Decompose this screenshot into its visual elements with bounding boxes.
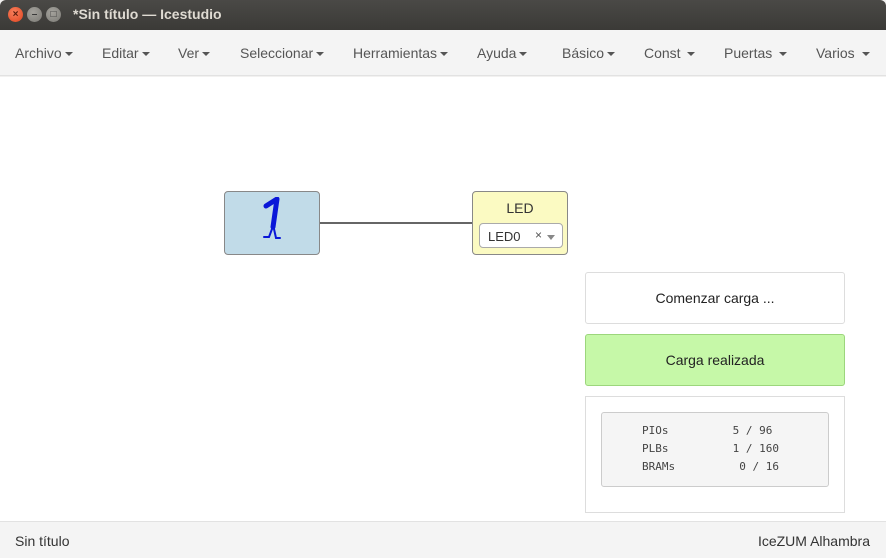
stat-value: 1 / 160 bbox=[726, 442, 779, 455]
menu-const[interactable]: Const bbox=[644, 45, 696, 61]
stat-value: 5 / 96 bbox=[726, 424, 773, 437]
stat-name: PIOs bbox=[642, 424, 669, 437]
constant-one-icon bbox=[263, 197, 281, 239]
notification-upload-done: Carga realizada bbox=[585, 334, 845, 386]
stat-row-brams: BRAMs 0 / 16 bbox=[602, 460, 830, 476]
constant-block[interactable] bbox=[224, 191, 320, 255]
caret-down-icon bbox=[316, 52, 325, 57]
window-close-button[interactable]: × bbox=[8, 7, 23, 22]
menu-label: Puertas bbox=[724, 45, 773, 61]
menu-varios[interactable]: Varios bbox=[816, 45, 870, 61]
stat-name: BRAMs bbox=[642, 460, 676, 473]
chevron-down-icon[interactable] bbox=[547, 235, 555, 240]
menu-label: Herramientas bbox=[353, 45, 438, 61]
menu-herramientas[interactable]: Herramientas bbox=[353, 45, 449, 61]
menu-label: Const bbox=[644, 45, 681, 61]
menu-label: Archivo bbox=[15, 45, 62, 61]
status-filename: Sin título bbox=[15, 533, 70, 549]
window-title: *Sin título — Icestudio bbox=[73, 6, 222, 22]
caret-down-icon bbox=[519, 52, 528, 57]
window-maximize-button[interactable]: □ bbox=[46, 7, 61, 22]
title-bar: × – □ *Sin título — Icestudio bbox=[0, 0, 886, 30]
status-board[interactable]: IceZUM Alhambra bbox=[758, 533, 870, 549]
caret-down-icon bbox=[607, 52, 616, 57]
stat-name: PLBs bbox=[642, 442, 669, 455]
stat-row-plbs: PLBs 1 / 160 bbox=[602, 442, 830, 458]
caret-down-icon bbox=[440, 52, 449, 57]
caret-down-icon bbox=[64, 52, 73, 57]
stat-row-pios: PIOs 5 / 96 bbox=[602, 424, 830, 440]
menu-seleccionar[interactable]: Seleccionar bbox=[240, 45, 325, 61]
menu-ver[interactable]: Ver bbox=[178, 45, 211, 61]
menu-label: Ver bbox=[178, 45, 200, 61]
caret-down-icon bbox=[141, 52, 150, 57]
window-minimize-button[interactable]: – bbox=[27, 7, 42, 22]
status-bar: Sin título IceZUM Alhambra bbox=[0, 521, 886, 558]
design-canvas[interactable]: LED LED0 × Comenzar carga ... Carga real… bbox=[0, 77, 886, 521]
caret-down-icon bbox=[779, 52, 788, 57]
led-block-label: LED bbox=[506, 200, 534, 216]
caret-down-icon bbox=[861, 52, 870, 57]
notification-upload-start: Comenzar carga ... bbox=[585, 272, 845, 324]
resource-stats-panel: PIOs 5 / 96 PLBs 1 / 160 BRAMs 0 / 16 bbox=[585, 396, 845, 513]
resource-stats-box: PIOs 5 / 96 PLBs 1 / 160 BRAMs 0 / 16 bbox=[601, 412, 829, 487]
menu-basico[interactable]: Básico bbox=[562, 45, 616, 61]
led-pin-value: LED0 bbox=[488, 229, 521, 244]
stat-value: 0 / 16 bbox=[726, 460, 779, 473]
menu-bar: Archivo Editar Ver Seleccionar Herramien… bbox=[0, 30, 886, 76]
menu-label: Seleccionar bbox=[240, 45, 314, 61]
menu-archivo[interactable]: Archivo bbox=[15, 45, 73, 61]
menu-label: Básico bbox=[562, 45, 605, 61]
led-pin-select[interactable]: LED0 × bbox=[479, 223, 563, 248]
menu-label: Editar bbox=[102, 45, 139, 61]
led-block[interactable]: LED LED0 × bbox=[472, 191, 568, 255]
menu-ayuda[interactable]: Ayuda bbox=[477, 45, 528, 61]
menu-editar[interactable]: Editar bbox=[102, 45, 150, 61]
connection-wire[interactable] bbox=[320, 222, 472, 224]
menu-label: Ayuda bbox=[477, 45, 517, 61]
menu-label: Varios bbox=[816, 45, 855, 61]
clear-icon[interactable]: × bbox=[535, 228, 542, 242]
caret-down-icon bbox=[202, 52, 211, 57]
caret-down-icon bbox=[687, 52, 696, 57]
menu-puertas[interactable]: Puertas bbox=[724, 45, 788, 61]
